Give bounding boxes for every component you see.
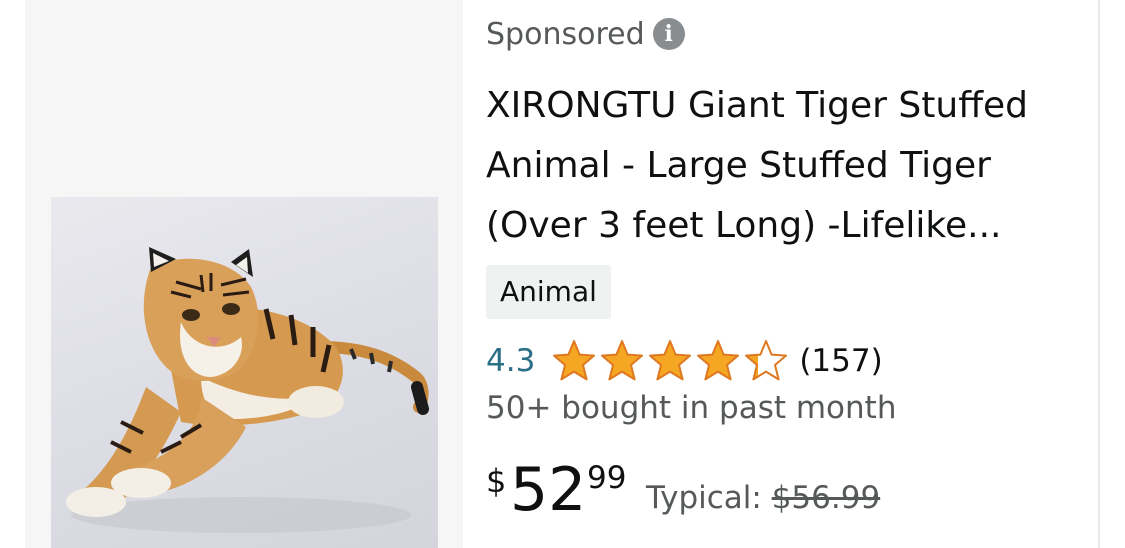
price-whole: 52: [510, 455, 587, 525]
price-symbol: $: [486, 462, 507, 500]
product-image[interactable]: [51, 197, 438, 548]
bought-count: 50+ bought in past month: [486, 390, 897, 426]
tiger-plush-illustration: [66, 247, 429, 533]
rating-row[interactable]: 4.3 (157): [486, 336, 883, 386]
typical-price-row: Typical: $56.99: [646, 480, 880, 516]
info-icon[interactable]: i: [652, 18, 685, 50]
star-rating[interactable]: [551, 338, 791, 384]
category-badge: Animal: [486, 265, 611, 319]
star-full-icon: [649, 340, 692, 381]
star-partial-icon: [745, 340, 788, 381]
card-divider: [1098, 0, 1100, 548]
rating-value[interactable]: 4.3: [486, 343, 535, 379]
typical-label: Typical:: [646, 480, 762, 516]
product-title-line: (Over 3 feet Long) -Lifelike...: [486, 205, 1002, 246]
typical-price: $56.99: [771, 480, 881, 516]
sponsored-label-row[interactable]: Sponsored i: [486, 14, 685, 54]
rating-count[interactable]: (157): [799, 343, 882, 379]
star-full-icon: [601, 340, 644, 381]
star-full-icon: [553, 340, 596, 381]
product-title[interactable]: XIRONGTU Giant Tiger Stuffed Animal - La…: [486, 76, 1086, 256]
product-title-line: XIRONGTU Giant Tiger Stuffed: [486, 85, 1029, 126]
sponsored-label: Sponsored: [486, 16, 645, 52]
product-title-line: Animal - Large Stuffed Tiger: [486, 145, 991, 186]
star-full-icon: [697, 340, 740, 381]
price-fraction: 99: [587, 460, 627, 496]
